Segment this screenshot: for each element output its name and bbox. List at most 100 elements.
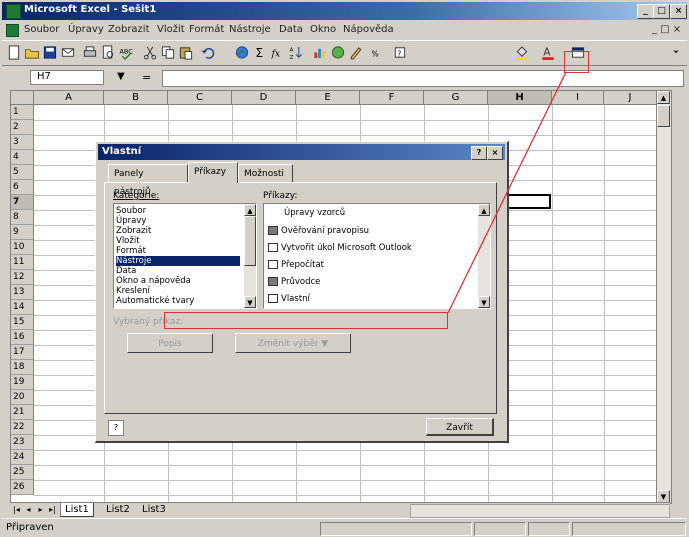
row-header[interactable]: 1 <box>11 105 34 120</box>
equals-sign[interactable]: = <box>142 71 151 84</box>
command-item[interactable]: Průvodce <box>268 275 320 289</box>
document-window-controls[interactable]: _ □ × <box>652 24 681 35</box>
row-header[interactable]: 3 <box>11 135 34 150</box>
last-sheet-icon[interactable]: ▸| <box>47 504 58 515</box>
row-header[interactable]: 5 <box>11 165 34 180</box>
list-item[interactable]: Formát <box>116 246 146 256</box>
row-header[interactable]: 13 <box>11 285 34 300</box>
row-header[interactable]: 10 <box>11 240 34 255</box>
row-header[interactable]: 7 <box>11 195 34 210</box>
first-sheet-icon[interactable]: |◂ <box>11 504 22 515</box>
row-header[interactable]: 21 <box>11 405 34 420</box>
tab-panely-nastroju[interactable]: Panely nástrojů <box>108 164 188 197</box>
help-button[interactable]: ? <box>471 146 487 160</box>
list-item[interactable]: Automatické tvary <box>116 296 194 306</box>
column-header[interactable]: G <box>424 91 488 105</box>
print-icon[interactable] <box>82 45 98 60</box>
fill-color-icon[interactable] <box>514 45 530 60</box>
workbook-icon[interactable] <box>6 24 19 37</box>
row-header[interactable]: 6 <box>11 180 34 195</box>
list-item[interactable]: Data <box>116 266 136 276</box>
tab-prikazy[interactable]: Příkazy <box>188 162 238 183</box>
drawing-icon[interactable] <box>348 45 364 60</box>
menu-napoveda[interactable]: Nápověda <box>343 24 394 35</box>
categories-list[interactable]: Soubor Úpravy Zobrazit Vložit Formát Nás… <box>113 203 257 309</box>
row-header[interactable]: 17 <box>11 345 34 360</box>
row-header[interactable]: 19 <box>11 375 34 390</box>
list-item[interactable]: Vložit <box>116 236 140 246</box>
function-icon[interactable]: fx <box>270 45 286 60</box>
formula-input[interactable] <box>162 70 684 87</box>
command-item[interactable]: Úpravy vzorců <box>284 206 345 220</box>
column-header[interactable]: J <box>604 91 657 105</box>
sheet-tab-list2[interactable]: List2 <box>102 503 134 516</box>
list-item[interactable]: Zobrazit <box>116 226 151 236</box>
name-box[interactable]: H7 <box>30 70 104 85</box>
next-sheet-icon[interactable]: ▸ <box>35 504 46 515</box>
menu-vlozit[interactable]: Vložit <box>157 24 185 35</box>
dialog-close-button[interactable]: × <box>487 146 503 160</box>
sheet-tab-list3[interactable]: List3 <box>138 503 170 516</box>
sort-ascending-icon[interactable]: AZ <box>288 45 304 60</box>
office-assistant-icon[interactable]: ? <box>108 420 124 436</box>
print-preview-icon[interactable] <box>100 45 116 60</box>
row-header[interactable]: 22 <box>11 420 34 435</box>
horizontal-scrollbar[interactable] <box>410 504 670 518</box>
row-header[interactable]: 15 <box>11 315 34 330</box>
column-header[interactable]: C <box>168 91 232 105</box>
autosum-icon[interactable]: Σ <box>252 45 268 60</box>
font-color-icon[interactable]: A <box>540 45 556 60</box>
row-header[interactable]: 26 <box>11 480 34 495</box>
namebox-dropdown-icon[interactable]: ▼ <box>117 71 125 82</box>
modify-selection-button[interactable]: Změnit výběr ▼ <box>235 333 351 353</box>
list-item[interactable]: Úpravy <box>116 216 146 226</box>
scroll-up-icon[interactable]: ▲ <box>657 91 670 104</box>
column-header[interactable]: A <box>34 91 104 105</box>
undo-icon[interactable] <box>200 45 216 60</box>
maximize-button[interactable]: □ <box>653 4 670 19</box>
row-header[interactable]: 23 <box>11 435 34 450</box>
column-header[interactable]: I <box>552 91 604 105</box>
row-header[interactable]: 14 <box>11 300 34 315</box>
description-button[interactable]: Popis <box>127 333 213 353</box>
minimize-button[interactable]: _ <box>637 4 654 19</box>
scroll-up-icon[interactable]: ▲ <box>244 204 256 216</box>
list-item-selected[interactable]: Nástroje <box>116 256 240 266</box>
hyperlink-icon[interactable] <box>234 45 250 60</box>
row-header[interactable]: 20 <box>11 390 34 405</box>
cut-icon[interactable] <box>142 45 158 60</box>
scroll-thumb[interactable] <box>244 216 256 266</box>
chart-wizard-icon[interactable] <box>312 45 328 60</box>
commands-list[interactable]: Úpravy vzorců Ověřování pravopisu Vytvoř… <box>263 203 491 309</box>
scroll-down-icon[interactable]: ▼ <box>244 296 256 308</box>
select-all-corner[interactable] <box>11 91 34 105</box>
spelling-icon[interactable]: ABC <box>118 45 134 60</box>
map-icon[interactable] <box>330 45 346 60</box>
command-item[interactable]: Vytvořit úkol Microsoft Outlook <box>268 241 412 255</box>
menu-upravy[interactable]: Úpravy <box>68 24 104 35</box>
commands-scrollbar[interactable]: ▲ ▼ <box>478 204 490 308</box>
row-header[interactable]: 12 <box>11 270 34 285</box>
copy-icon[interactable] <box>160 45 176 60</box>
list-item[interactable]: Soubor <box>116 206 146 216</box>
row-header[interactable]: 11 <box>11 255 34 270</box>
open-icon[interactable] <box>24 45 40 60</box>
save-icon[interactable] <box>42 45 58 60</box>
command-item[interactable]: Vlastní <box>268 292 310 306</box>
column-header[interactable]: F <box>360 91 424 105</box>
command-item[interactable]: Přepočítat <box>268 258 324 272</box>
vertical-scrollbar[interactable]: ▲ ▼ <box>656 91 671 503</box>
menu-data[interactable]: Data <box>279 24 303 35</box>
prev-sheet-icon[interactable]: ◂ <box>23 504 34 515</box>
scroll-thumb[interactable] <box>657 105 670 127</box>
menu-nastroje[interactable]: Nástroje <box>229 24 271 35</box>
row-header[interactable]: 25 <box>11 465 34 480</box>
close-button[interactable]: × <box>670 4 687 19</box>
list-item[interactable]: Kreslení <box>116 286 150 296</box>
categories-scrollbar[interactable]: ▲ ▼ <box>244 204 256 308</box>
zoom-icon[interactable]: % <box>370 45 386 60</box>
menu-format[interactable]: Formát <box>189 24 224 35</box>
list-item[interactable]: Okno a nápověda <box>116 276 191 286</box>
new-icon[interactable] <box>6 45 22 60</box>
column-header[interactable]: E <box>296 91 360 105</box>
